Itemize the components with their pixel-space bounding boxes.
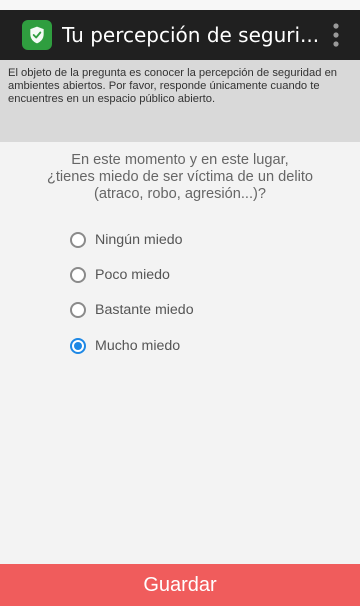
fear-radio-group: Ningún miedo Poco miedo Bastante miedo M… <box>70 230 290 371</box>
app-title: Tu percepción de seguri... <box>62 23 320 47</box>
option-bastante-miedo[interactable]: Bastante miedo <box>70 300 290 320</box>
option-mucho-miedo[interactable]: Mucho miedo <box>70 336 290 356</box>
question-text: En este momento y en este lugar, ¿tienes… <box>0 142 360 204</box>
question-line-1: En este momento y en este lugar, <box>71 152 289 168</box>
option-label: Poco miedo <box>95 267 170 284</box>
overflow-menu-button[interactable] <box>328 21 344 49</box>
option-label: Mucho miedo <box>95 337 181 354</box>
vertical-ellipsis-icon <box>333 23 339 47</box>
screen: Tu percepción de seguri... El objeto de … <box>0 0 360 606</box>
question-line-3: (atraco, robo, agresión...)? <box>94 186 266 203</box>
radio-button-checked[interactable] <box>70 337 86 354</box>
info-notice: El objeto de la pregunta es conocer la p… <box>0 60 360 142</box>
radio-button-unchecked[interactable] <box>70 267 86 284</box>
shield-icon <box>22 20 52 50</box>
question-content: En este momento y en este lugar, ¿tienes… <box>0 142 360 564</box>
radio-button-unchecked[interactable] <box>70 232 86 248</box>
save-button[interactable]: Guardar <box>0 564 360 606</box>
top-app-bar: Tu percepción de seguri... <box>0 10 360 60</box>
option-ningun-miedo[interactable]: Ningún miedo <box>70 230 290 250</box>
radio-selected-dot <box>74 341 82 350</box>
option-label: Ningún miedo <box>95 232 183 248</box>
status-strip <box>0 0 360 10</box>
radio-button-unchecked[interactable] <box>70 302 86 319</box>
option-poco-miedo[interactable]: Poco miedo <box>70 265 290 285</box>
notice-text: El objeto de la pregunta es conocer la p… <box>8 67 338 106</box>
question-line-2: ¿tienes miedo de ser víctima de un delit… <box>46 169 314 186</box>
option-label: Bastante miedo <box>95 302 194 319</box>
